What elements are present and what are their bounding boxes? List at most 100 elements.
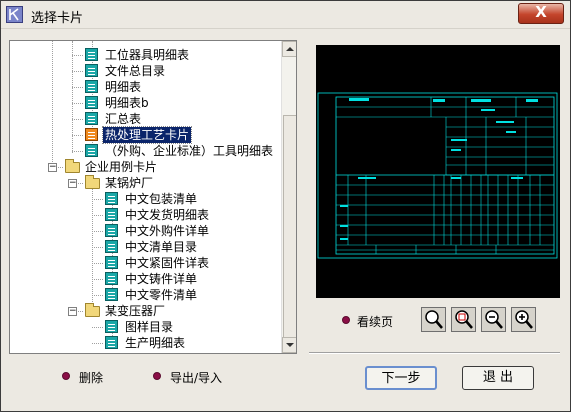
preview-text-block bbox=[451, 139, 467, 141]
tree-item-label: 中文清单目录 bbox=[125, 240, 198, 254]
tree-item-label: 汇总表 bbox=[105, 112, 142, 126]
tree-item-label: 企业用例卡片 bbox=[85, 160, 158, 174]
card-icon bbox=[85, 80, 98, 93]
card-preview bbox=[316, 45, 560, 298]
preview-text-block bbox=[340, 225, 348, 227]
window-title: 选择卡片 bbox=[31, 11, 84, 26]
tree-item-label: 生产明细表 bbox=[125, 336, 186, 350]
tree-expander-icon[interactable]: − bbox=[68, 179, 77, 188]
tree-item-label: 图样目录 bbox=[125, 320, 174, 334]
card-icon bbox=[85, 144, 98, 157]
delete-link[interactable]: 删除 bbox=[79, 369, 103, 386]
tree-item-label: 中文紧固件详表 bbox=[125, 256, 210, 270]
card-hot-icon bbox=[85, 128, 98, 141]
zoom-window-icon bbox=[455, 310, 473, 329]
tree-expander-icon[interactable]: − bbox=[48, 163, 57, 172]
tree-item-label: 明细表b bbox=[105, 96, 149, 110]
preview-text-block bbox=[340, 238, 348, 240]
tree-connector bbox=[92, 199, 103, 200]
tree-item-label: 中文铸件详单 bbox=[125, 272, 198, 286]
app-icon bbox=[6, 6, 23, 23]
card-icon bbox=[105, 192, 118, 205]
tree-item-label: （外购、企业标准）工具明细表 bbox=[105, 144, 274, 158]
tree-connector bbox=[72, 135, 83, 136]
preview-frame bbox=[317, 92, 558, 259]
zoom-fit-button[interactable] bbox=[421, 307, 446, 332]
export-import-bullet-icon bbox=[153, 372, 161, 380]
tree-connector bbox=[92, 231, 103, 232]
preview-text-block bbox=[433, 99, 445, 102]
tree-connector bbox=[92, 295, 103, 296]
preview-text-block bbox=[506, 131, 516, 133]
card-icon bbox=[105, 256, 118, 269]
separator bbox=[309, 352, 560, 354]
scroll-thumb[interactable] bbox=[283, 115, 296, 339]
zoom-in-button[interactable] bbox=[511, 307, 536, 332]
card-preview-drawing bbox=[317, 92, 558, 259]
tree-connector bbox=[72, 119, 83, 120]
scroll-up-button[interactable] bbox=[282, 41, 296, 57]
select-card-dialog: 选择卡片 X 工位器具明细表 文件总目录 明细表 明细表b 汇总表 热处理工艺卡片 （外购、… bbox=[0, 0, 571, 412]
delete-bullet-icon bbox=[62, 372, 70, 380]
tree-item-label: 明细表 bbox=[105, 80, 142, 94]
tree-item-label: 某变压器厂 bbox=[105, 304, 166, 318]
card-icon bbox=[105, 208, 118, 221]
tree-scrollbar[interactable] bbox=[281, 41, 296, 353]
preview-text-block bbox=[526, 99, 538, 102]
preview-text-block bbox=[481, 109, 495, 111]
tree-item-label: 热处理工艺卡片 bbox=[101, 126, 193, 144]
next-button[interactable]: 下一步 bbox=[365, 366, 437, 390]
exit-button[interactable]: 退 出 bbox=[462, 366, 534, 390]
preview-text-block bbox=[451, 149, 461, 151]
card-icon bbox=[105, 336, 118, 349]
zoom-window-button[interactable] bbox=[451, 307, 476, 332]
tree-connector bbox=[72, 103, 83, 104]
tree-guide-line bbox=[52, 41, 53, 168]
card-icon bbox=[85, 112, 98, 125]
zoom-out-button[interactable] bbox=[481, 307, 506, 332]
view-continuation-link[interactable]: 看续页 bbox=[357, 313, 393, 330]
card-icon bbox=[85, 96, 98, 109]
tree-item-label: 中文零件清单 bbox=[125, 288, 198, 302]
card-icon bbox=[105, 224, 118, 237]
preview-text-block bbox=[511, 177, 523, 179]
zoom-in-icon bbox=[515, 310, 533, 329]
card-tree[interactable]: 工位器具明细表 文件总目录 明细表 明细表b 汇总表 热处理工艺卡片 （外购、企业标准）工具… bbox=[9, 40, 297, 354]
tree-item-label: 中文包装清单 bbox=[125, 192, 198, 206]
preview-text-block bbox=[471, 99, 491, 102]
preview-text-block bbox=[358, 177, 376, 179]
zoom-fit-icon bbox=[425, 310, 443, 329]
folder-icon bbox=[85, 303, 100, 317]
card-icon bbox=[105, 240, 118, 253]
export-import-link[interactable]: 导出/导入 bbox=[170, 369, 222, 386]
card-icon bbox=[105, 320, 118, 333]
tree-guide-line bbox=[72, 41, 73, 153]
card-icon bbox=[105, 288, 118, 301]
tree-connector bbox=[72, 55, 83, 56]
close-icon: X bbox=[535, 3, 547, 21]
title-bar: 选择卡片 X bbox=[1, 1, 570, 29]
tree-item-label: 工位器具明细表 bbox=[105, 48, 190, 62]
tree-guide-line bbox=[92, 177, 93, 306]
tree-item-label: 中文发货明细表 bbox=[125, 208, 210, 222]
tree-connector bbox=[72, 71, 83, 72]
tree-connector bbox=[92, 215, 103, 216]
card-icon bbox=[105, 272, 118, 285]
tree-connector bbox=[72, 151, 83, 152]
scroll-down-button[interactable] bbox=[282, 337, 296, 353]
tree-item-label: 某锅炉厂 bbox=[105, 176, 154, 190]
tree-connector bbox=[92, 279, 103, 280]
card-icon bbox=[85, 64, 98, 77]
preview-text-block bbox=[349, 98, 369, 101]
close-button[interactable]: X bbox=[518, 3, 564, 24]
tree-expander-icon[interactable]: − bbox=[68, 307, 77, 316]
folder-icon bbox=[65, 159, 80, 173]
tree-connector bbox=[92, 343, 103, 344]
zoom-out-icon bbox=[485, 310, 503, 329]
folder-icon bbox=[85, 175, 100, 189]
tree-item-label: 中文外购件详单 bbox=[125, 224, 210, 238]
tree-connector bbox=[92, 247, 103, 248]
preview-frame bbox=[335, 96, 555, 255]
preview-text-block bbox=[451, 177, 461, 179]
view-continuation-bullet-icon bbox=[342, 316, 350, 324]
